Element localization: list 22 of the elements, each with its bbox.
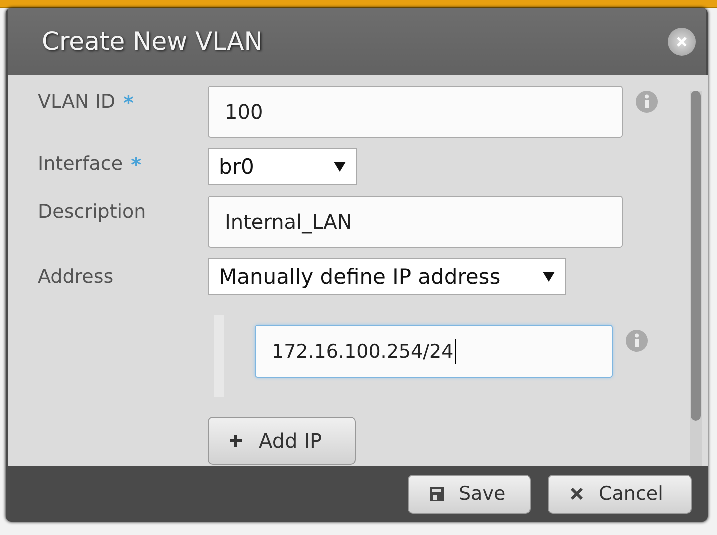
save-button[interactable]: Save bbox=[408, 474, 531, 514]
cancel-button[interactable]: Cancel bbox=[548, 474, 692, 514]
caret-icon bbox=[334, 162, 346, 172]
field-label: Interface bbox=[38, 153, 124, 177]
close-icon bbox=[569, 486, 585, 502]
required-mark: * bbox=[124, 91, 134, 115]
input-field[interactable]: 100 bbox=[208, 86, 623, 138]
dropdown[interactable]: br0 bbox=[208, 148, 357, 185]
close-button[interactable] bbox=[668, 28, 696, 56]
ip-address-field[interactable]: 172.16.100.254/24 bbox=[255, 325, 613, 378]
plus-icon bbox=[229, 434, 243, 448]
close-icon bbox=[676, 36, 688, 48]
text-cursor bbox=[454, 339, 456, 364]
add-ip-button[interactable]: Add IP bbox=[208, 417, 356, 465]
field-label: VLAN ID bbox=[38, 91, 116, 115]
dropdown[interactable]: Manually define IP address bbox=[208, 258, 566, 295]
field-label: Address bbox=[38, 266, 114, 288]
field-label: Description bbox=[38, 201, 146, 223]
input-field[interactable]: Internal_LAN bbox=[208, 196, 623, 248]
required-mark: * bbox=[131, 153, 142, 177]
caret-icon bbox=[543, 272, 555, 282]
dialog-title: Create New VLAN bbox=[42, 27, 263, 56]
